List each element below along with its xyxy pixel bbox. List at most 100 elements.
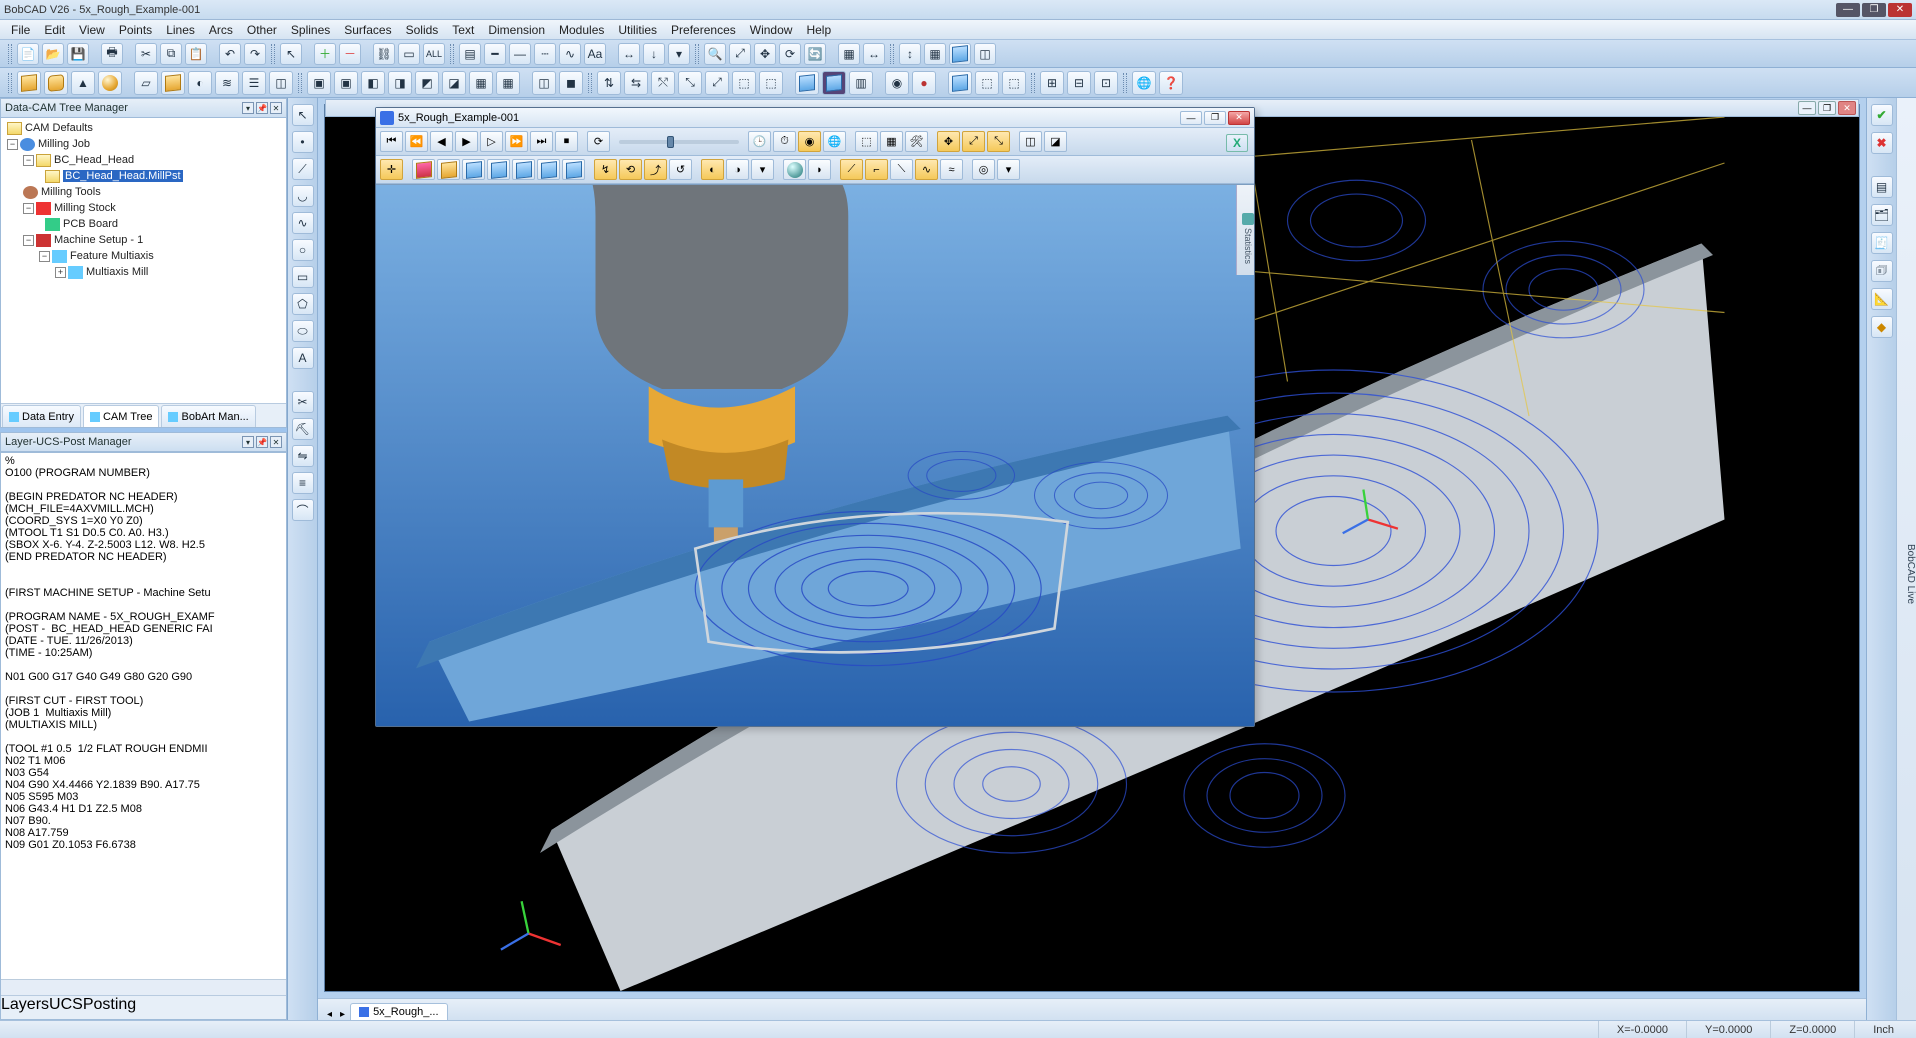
document-tab[interactable]: 5x_Rough_... — [350, 1003, 447, 1020]
tree-feature-multiaxis[interactable]: Feature Multiaxis — [70, 250, 154, 262]
menu-dimension[interactable]: Dimension — [481, 22, 552, 38]
print-button[interactable]: 🖶 — [101, 43, 123, 65]
sim-line2[interactable]: ⌐ — [865, 159, 888, 180]
sim-tool-on2[interactable]: ⟲ — [619, 159, 642, 180]
shade-dark-button[interactable] — [822, 71, 846, 95]
sim-mode-active[interactable]: ◉ — [798, 131, 821, 152]
wireframe-button[interactable]: ◫ — [974, 43, 996, 65]
sim-clock[interactable]: 🕒 — [748, 131, 771, 152]
vt-trim[interactable]: ✂ — [292, 391, 314, 413]
rb-5[interactable]: 📐 — [1871, 288, 1893, 310]
vt-text[interactable]: A — [292, 347, 314, 369]
collapse-icon[interactable]: − — [39, 251, 50, 262]
solid-plane-button[interactable]: ▱ — [134, 71, 158, 95]
vt-poly[interactable]: ⬠ — [292, 293, 314, 315]
tree-milling-tools[interactable]: Milling Tools — [41, 186, 101, 198]
menu-text[interactable]: Text — [445, 22, 481, 38]
vt-break[interactable]: ⛏ — [292, 418, 314, 440]
pane-menu-icon[interactable]: ▾ — [242, 102, 254, 114]
mdi-minimize[interactable]: — — [1798, 101, 1816, 115]
sim-statistics-tab[interactable]: Statistics — [1236, 185, 1254, 275]
minimize-button[interactable]: — — [1836, 3, 1860, 17]
collapse-icon[interactable]: − — [23, 235, 34, 246]
menu-preferences[interactable]: Preferences — [664, 22, 743, 38]
vt-point[interactable]: • — [292, 131, 314, 153]
sim-extra1[interactable]: ◎ — [972, 159, 995, 180]
rb-4[interactable]: 🗊 — [1871, 260, 1893, 282]
transform-2[interactable]: ⇆ — [624, 71, 648, 95]
close-button[interactable]: ✕ — [1888, 3, 1912, 17]
menu-lines[interactable]: Lines — [159, 22, 202, 38]
transform-3[interactable]: ⤲ — [651, 71, 675, 95]
tree-selected-post[interactable]: BC_Head_Head.MillPst — [63, 170, 183, 182]
expand-icon[interactable]: + — [55, 267, 66, 278]
sim-next[interactable]: ▷ — [480, 131, 503, 152]
mdi-restore[interactable]: ❐ — [1818, 101, 1836, 115]
vt-arc[interactable]: ◡ — [292, 185, 314, 207]
measure-button[interactable]: ↕ — [899, 43, 921, 65]
sim-view1[interactable]: ◫ — [1019, 131, 1042, 152]
gcode-output[interactable]: % O100 (PROGRAM NUMBER) (BEGIN PREDATOR … — [1, 453, 286, 979]
collapse-icon[interactable]: − — [7, 139, 18, 150]
rb-6[interactable]: ◆ — [1871, 316, 1893, 338]
sim-cube-b1[interactable] — [462, 159, 485, 180]
text-button[interactable]: Aa — [584, 43, 606, 65]
sim-viewport[interactable]: Statistics — [376, 184, 1254, 726]
sim-line4[interactable]: ∿ — [915, 159, 938, 180]
solid-cylinder-button[interactable] — [44, 71, 68, 95]
tree-multiaxis-mill[interactable]: Multiaxis Mill — [86, 266, 148, 278]
tree-milling-job[interactable]: Milling Job — [38, 138, 90, 150]
arrow-left-button[interactable]: ↔ — [618, 43, 640, 65]
verify-ok-button[interactable]: ✔ — [1871, 104, 1893, 126]
tab-layers[interactable]: Layers — [1, 996, 49, 1019]
view-left-button[interactable]: ◧ — [361, 71, 385, 95]
sim-titlebar[interactable]: 5x_Rough_Example-001 — ❐ ✕ — [376, 108, 1254, 128]
sim-time[interactable]: ⏱ — [773, 131, 796, 152]
snap-2[interactable]: ⊟ — [1067, 71, 1091, 95]
sim-rewind-full[interactable]: ⏮ — [380, 131, 403, 152]
arrow-down-button[interactable]: ↓ — [643, 43, 665, 65]
section-button[interactable]: ▥ — [849, 71, 873, 95]
sim-cube-red[interactable] — [412, 159, 435, 180]
pane-pin-icon[interactable]: 📌 — [256, 102, 268, 114]
material-button[interactable]: ● — [912, 71, 936, 95]
view-bottom-button[interactable]: ▣ — [334, 71, 358, 95]
view-front-button[interactable]: ▦ — [838, 43, 860, 65]
render-button[interactable]: ◉ — [885, 71, 909, 95]
maximize-button[interactable]: ❐ — [1862, 3, 1886, 17]
vt-spline[interactable]: ∿ — [292, 212, 314, 234]
undo-button[interactable]: ↶ — [219, 43, 241, 65]
linetype-button[interactable]: ━ — [484, 43, 506, 65]
tab-scroll-left[interactable]: ◂ — [324, 1009, 335, 1020]
snap-3[interactable]: ⊡ — [1094, 71, 1118, 95]
add-entity-button[interactable]: ＋ — [314, 43, 336, 65]
sim-globe[interactable]: 🌐 — [823, 131, 846, 152]
sim-line1[interactable]: ⟋ — [840, 159, 863, 180]
select-all-button[interactable]: ALL — [423, 43, 445, 65]
menu-splines[interactable]: Splines — [284, 22, 337, 38]
curve-button[interactable]: ∿ — [559, 43, 581, 65]
menu-edit[interactable]: Edit — [37, 22, 72, 38]
transform-7[interactable]: ⬚ — [759, 71, 783, 95]
menu-arcs[interactable]: Arcs — [202, 22, 240, 38]
tab-cam-tree[interactable]: CAM Tree — [83, 405, 160, 427]
sim-step-fwd[interactable]: ⏩ — [505, 131, 528, 152]
select-arrow-button[interactable]: ↖ — [280, 43, 302, 65]
stock-wire-button[interactable]: ⬚ — [975, 71, 999, 95]
sim-path-2[interactable]: ◑ — [726, 159, 749, 180]
select-window-button[interactable]: ▭ — [398, 43, 420, 65]
about-button[interactable]: ❓ — [1159, 71, 1183, 95]
transform-1[interactable]: ⇅ — [597, 71, 621, 95]
sim-fit3[interactable]: ⤡ — [987, 131, 1010, 152]
stock-compare-button[interactable]: ⬚ — [1002, 71, 1026, 95]
zoom-extents-button[interactable]: ⤢ — [729, 43, 751, 65]
grip-icon[interactable] — [890, 44, 894, 64]
zoom-button[interactable]: 🔍 — [704, 43, 726, 65]
transform-4[interactable]: ⤡ — [678, 71, 702, 95]
pane-menu-icon[interactable]: ▾ — [242, 436, 254, 448]
menu-other[interactable]: Other — [240, 22, 284, 38]
sim-stop[interactable]: ⏹ — [555, 131, 578, 152]
sim-fit2[interactable]: ⤢ — [962, 131, 985, 152]
view-dimension-button[interactable]: ↔ — [863, 43, 885, 65]
view-top-button[interactable]: ▣ — [307, 71, 331, 95]
